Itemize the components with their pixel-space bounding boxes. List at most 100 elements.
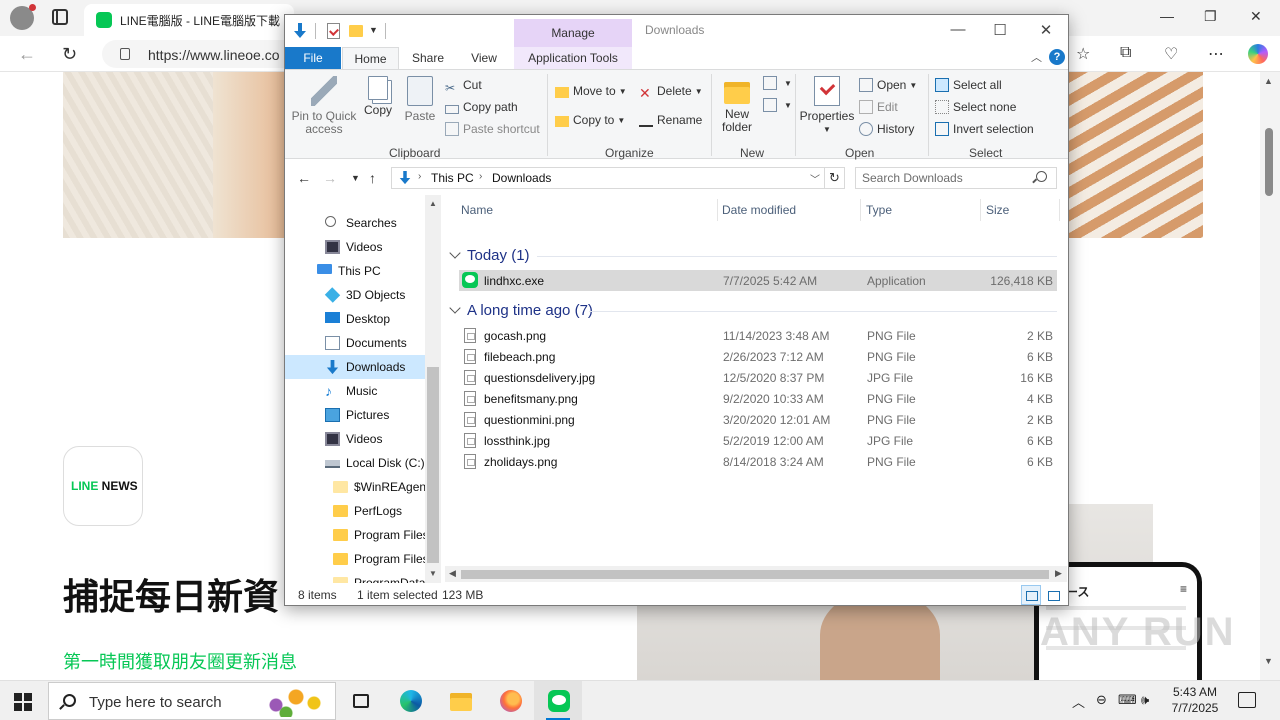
tab-view[interactable]: View bbox=[459, 47, 509, 69]
nav-item[interactable]: Local Disk (C:) bbox=[285, 451, 425, 475]
column-divider[interactable] bbox=[717, 199, 718, 221]
tab-application-tools[interactable]: Application Tools bbox=[514, 47, 632, 69]
group-header[interactable]: Today (1) bbox=[449, 247, 530, 264]
scroll-left-arrow-icon[interactable]: ◀ bbox=[449, 568, 456, 579]
nav-item[interactable]: Program Files bbox=[285, 523, 429, 547]
paste-button[interactable]: Paste bbox=[403, 76, 437, 123]
nav-item[interactable]: ProgramData bbox=[285, 571, 425, 583]
details-view-button[interactable] bbox=[1021, 585, 1041, 605]
easy-access-button[interactable]: ▼ bbox=[763, 98, 792, 116]
quick-access-properties-icon[interactable] bbox=[327, 23, 340, 39]
favorites-icon[interactable]: ☆ bbox=[1076, 44, 1090, 64]
nav-item[interactable]: Searches bbox=[285, 211, 425, 235]
tab-actions-icon[interactable] bbox=[52, 9, 68, 25]
task-view-button[interactable] bbox=[336, 681, 384, 720]
url-field[interactable]: https://www.lineoe.co bbox=[102, 40, 302, 68]
quick-access-new-folder-icon[interactable] bbox=[349, 25, 363, 37]
select-none-button[interactable]: Select none bbox=[935, 100, 1016, 118]
tab-share[interactable]: Share bbox=[403, 47, 453, 69]
nav-item[interactable]: Pictures bbox=[285, 403, 425, 427]
nav-item[interactable]: Desktop bbox=[285, 307, 425, 331]
column-header-name[interactable]: Name bbox=[461, 203, 493, 217]
browser-scrollbar-thumb[interactable] bbox=[1265, 128, 1273, 196]
volume-icon[interactable]: 🕪 bbox=[1141, 692, 1149, 708]
delete-button[interactable]: ✕ Delete ▼ bbox=[639, 84, 703, 102]
file-row[interactable]: zholidays.png 8/14/2018 3:24 AM PNG File 6 … bbox=[459, 451, 1057, 472]
browser-restore-icon[interactable]: ❐ bbox=[1204, 8, 1217, 25]
copy-to-button[interactable]: Copy to ▼ bbox=[555, 113, 625, 131]
help-icon[interactable]: ? bbox=[1049, 49, 1065, 65]
show-hidden-icons-chevron-icon[interactable]: ︿ bbox=[1072, 692, 1085, 711]
up-arrow-icon[interactable]: ↑ bbox=[369, 170, 376, 186]
invert-selection-button[interactable]: Invert selection bbox=[935, 122, 1034, 140]
nav-item[interactable]: Documents bbox=[285, 331, 425, 355]
collapse-ribbon-icon[interactable]: ︿ bbox=[1031, 49, 1042, 65]
recent-locations-icon[interactable]: ▼ bbox=[351, 173, 360, 183]
taskbar-line[interactable] bbox=[534, 681, 582, 720]
nav-item[interactable]: Downloads bbox=[285, 355, 425, 379]
pin-to-quick-access-button[interactable]: Pin to Quick access bbox=[289, 76, 359, 136]
scroll-up-arrow-icon[interactable]: ▲ bbox=[1264, 76, 1273, 86]
collections-icon[interactable]: ⧉ bbox=[1120, 44, 1131, 62]
move-to-button[interactable]: Move to ▼ bbox=[555, 84, 627, 102]
taskbar-clock[interactable]: 5:43 AM 7/7/2025 bbox=[1160, 684, 1230, 716]
nav-item[interactable]: 3D Objects bbox=[285, 283, 425, 307]
breadcrumb-downloads[interactable]: Downloads bbox=[492, 171, 551, 185]
copilot-icon[interactable] bbox=[1248, 44, 1268, 64]
windows-start-icon[interactable] bbox=[14, 693, 32, 711]
address-dropdown-icon[interactable]: ﹀ bbox=[810, 171, 820, 186]
open-button[interactable]: Open ▼ bbox=[859, 78, 917, 96]
column-divider[interactable] bbox=[860, 199, 861, 221]
minimize-icon[interactable]: — bbox=[943, 21, 973, 38]
taskbar-firefox[interactable] bbox=[486, 681, 534, 720]
edit-button[interactable]: Edit bbox=[859, 100, 898, 118]
close-icon[interactable]: ✕ bbox=[1031, 21, 1061, 39]
taskbar-edge[interactable] bbox=[386, 681, 434, 720]
refresh-icon[interactable]: ↻ bbox=[825, 167, 845, 189]
column-header-type[interactable]: Type bbox=[866, 203, 892, 217]
forward-arrow-icon[interactable]: → bbox=[323, 170, 337, 186]
group-header[interactable]: A long time ago (7) bbox=[449, 302, 593, 319]
large-icons-view-button[interactable] bbox=[1043, 585, 1063, 605]
scroll-down-arrow-icon[interactable]: ▼ bbox=[429, 569, 437, 578]
browser-tab[interactable]: LINE電腦版 - LINE電腦版下載 bbox=[84, 4, 294, 36]
horizontal-scrollbar-thumb[interactable] bbox=[461, 570, 1049, 579]
select-all-button[interactable]: Select all bbox=[935, 78, 1002, 96]
nav-item[interactable]: Videos bbox=[285, 235, 425, 259]
taskbar-file-explorer[interactable] bbox=[436, 681, 484, 720]
nav-item[interactable]: ♪ Music bbox=[285, 379, 425, 403]
network-icon[interactable]: ⌨ bbox=[1118, 692, 1137, 708]
profile-avatar-icon[interactable] bbox=[10, 4, 36, 30]
nav-pane-scrollbar-thumb[interactable] bbox=[427, 367, 439, 563]
nav-item[interactable]: $WinREAgent bbox=[285, 475, 429, 499]
tab-file[interactable]: File bbox=[285, 47, 341, 69]
new-item-button[interactable]: ▼ bbox=[763, 76, 792, 94]
more-options-icon[interactable]: ⋯ bbox=[1208, 44, 1224, 64]
reload-icon[interactable]: ↻ bbox=[62, 44, 77, 65]
column-divider[interactable] bbox=[980, 199, 981, 221]
browser-minimize-icon[interactable]: — bbox=[1160, 8, 1174, 24]
nav-item[interactable]: This PC bbox=[285, 259, 425, 283]
maximize-icon[interactable]: ☐ bbox=[985, 21, 1015, 39]
customize-quick-access-icon[interactable]: ▼ bbox=[369, 25, 378, 35]
browser-essentials-icon[interactable]: ♡ bbox=[1164, 44, 1178, 64]
file-row[interactable]: lossthink.jpg 5/2/2019 12:00 AM JPG File 6 … bbox=[459, 430, 1057, 451]
file-row[interactable]: lindhxc.exe 7/7/2025 5:42 AM Application 12… bbox=[459, 270, 1057, 291]
file-row[interactable]: benefitsmany.png 9/2/2020 10:33 AM PNG Fil… bbox=[459, 388, 1057, 409]
nav-item[interactable]: PerfLogs bbox=[285, 499, 425, 523]
history-button[interactable]: History bbox=[859, 122, 914, 140]
file-row[interactable]: questionsdelivery.jpg 12/5/2020 8:37 PM JP… bbox=[459, 367, 1057, 388]
back-arrow-icon[interactable]: ← bbox=[18, 44, 36, 65]
nav-item[interactable]: Program Files bbox=[285, 547, 429, 571]
column-header-date[interactable]: Date modified bbox=[722, 203, 796, 217]
back-arrow-icon[interactable]: ← bbox=[297, 170, 311, 186]
scroll-up-arrow-icon[interactable]: ▲ bbox=[429, 199, 437, 208]
new-folder-button[interactable]: New folder bbox=[715, 76, 759, 134]
address-field[interactable]: › This PC › Downloads ﹀ bbox=[391, 167, 825, 189]
notifications-icon[interactable] bbox=[1238, 692, 1256, 708]
scroll-right-arrow-icon[interactable]: ▶ bbox=[1055, 568, 1062, 579]
breadcrumb-this-pc[interactable]: This PC bbox=[431, 171, 474, 185]
properties-button[interactable]: Properties ▼ bbox=[799, 76, 855, 136]
browser-close-icon[interactable]: ✕ bbox=[1250, 8, 1262, 25]
scroll-down-arrow-icon[interactable]: ▼ bbox=[1264, 656, 1273, 666]
